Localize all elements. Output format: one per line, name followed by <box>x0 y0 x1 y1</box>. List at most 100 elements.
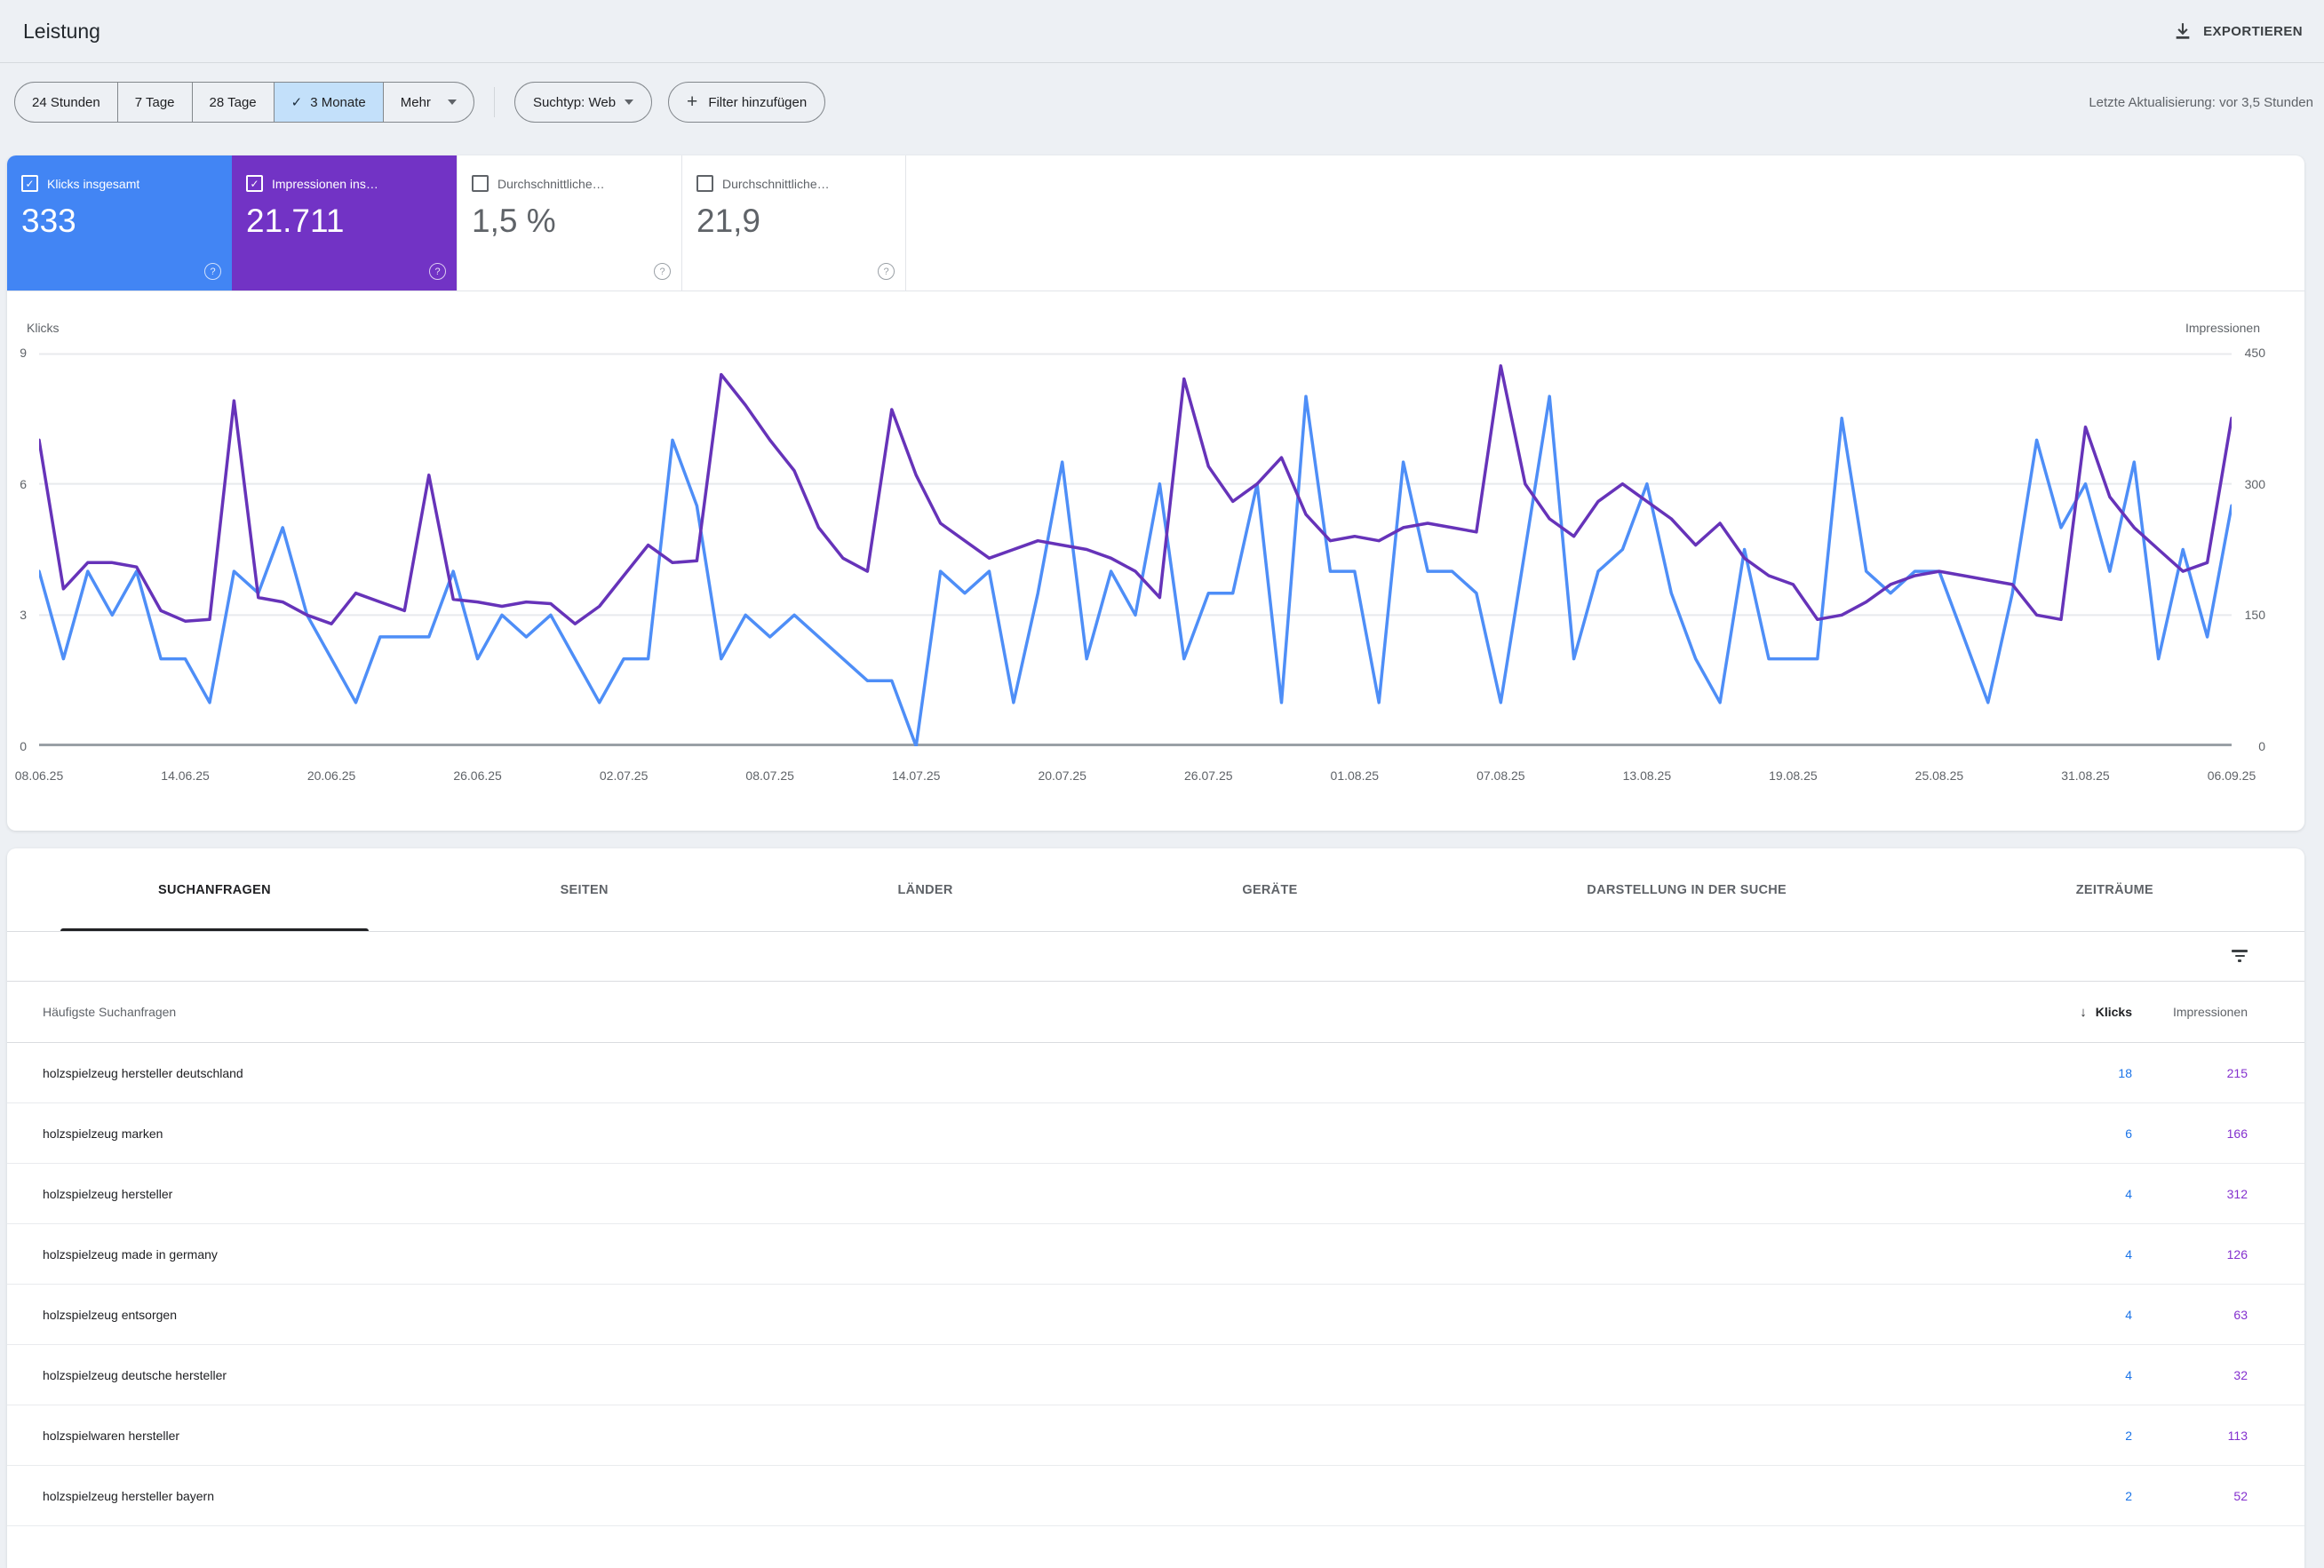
x-tick-label: 26.07.25 <box>1184 768 1233 783</box>
metric-tile-klicks-insgesamt[interactable]: ✓ Klicks insgesamt 333? <box>7 155 232 291</box>
left-axis-ticks: 9 6 3 0 <box>7 346 34 753</box>
checkbox-unchecked-icon[interactable] <box>696 175 713 192</box>
x-tick-label: 31.08.25 <box>2061 768 2110 783</box>
checkbox-checked-icon[interactable]: ✓ <box>21 175 38 192</box>
column-header-queries[interactable]: Häufigste Suchanfragen <box>43 1005 2017 1019</box>
tab-geräte[interactable]: GERÄTE <box>1144 848 1395 931</box>
search-type-chip[interactable]: Suchtyp: Web <box>513 82 653 123</box>
tab-seiten[interactable]: SEITEN <box>463 848 706 931</box>
right-tick-150: 150 <box>2244 608 2265 623</box>
check-icon: ✓ <box>290 95 303 110</box>
metric-tile-label: Durchschnittliche… <box>497 176 605 191</box>
last-update-text: Letzte Aktualisierung: vor 3,5 Stunden <box>2089 94 2313 110</box>
checkbox-checked-icon[interactable]: ✓ <box>246 175 263 192</box>
left-tick-0: 0 <box>20 739 27 753</box>
impressionen-cell: 126 <box>2226 1246 2248 1262</box>
series-line-impressionen <box>39 364 2232 625</box>
metric-tile-impressionen-ins[interactable]: ✓ Impressionen ins… 21.711? <box>232 155 457 291</box>
x-tick-label: 02.07.25 <box>599 768 649 783</box>
klicks-cell: 2 <box>2125 1428 2132 1443</box>
range-chip-7-tage[interactable]: 7 Tage <box>116 83 192 122</box>
metric-tile-value: 21.711 <box>246 203 345 239</box>
export-button[interactable]: EXPORTIEREN <box>2166 0 2310 62</box>
app-header: Leistung EXPORTIEREN <box>0 0 2324 63</box>
table-row[interactable]: holzspielzeug hersteller 4 312 <box>7 1164 2304 1224</box>
table-row[interactable]: holzspielzeug entsorgen 4 63 <box>7 1285 2304 1345</box>
column-header-klicks[interactable]: ↓ Klicks <box>2017 1005 2132 1020</box>
range-chip-28-tage[interactable]: 28 Tage <box>191 83 274 122</box>
search-type-label: Suchtyp: Web <box>532 94 617 110</box>
x-tick-label: 19.08.25 <box>1769 768 1818 783</box>
metric-tile-header: ✓ Impressionen ins… <box>246 175 442 192</box>
search-console-performance-page: { "header": { "title": "Leistung", "expo… <box>0 0 2324 1568</box>
table-row[interactable]: holzspielzeug hersteller deutschland 18 21… <box>7 1043 2304 1103</box>
help-icon[interactable]: ? <box>204 263 221 280</box>
column-header-impressionen[interactable]: Impressionen <box>2132 1005 2248 1019</box>
filter-icon[interactable] <box>2230 946 2249 966</box>
tab-zeiträume[interactable]: ZEITRÄUME <box>1978 848 2251 931</box>
x-tick-label: 14.07.25 <box>891 768 941 783</box>
klicks-cell: 4 <box>2125 1307 2132 1322</box>
help-icon[interactable]: ? <box>429 263 446 280</box>
table-row[interactable]: holzspielzeug marken 6 166 <box>7 1103 2304 1164</box>
tab-suchanfragen[interactable]: SUCHANFRAGEN <box>60 848 369 931</box>
query-cell: holzspielzeug deutsche hersteller <box>43 1367 227 1382</box>
right-tick-0: 0 <box>2258 739 2265 753</box>
tab-darstellung-in-der-suche[interactable]: DARSTELLUNG IN DER SUCHE <box>1489 848 1884 931</box>
query-cell: holzspielzeug hersteller bayern <box>43 1488 214 1503</box>
tab-länder[interactable]: LÄNDER <box>800 848 1050 931</box>
metric-tile-value: 333 <box>21 203 76 239</box>
add-filter-chip[interactable]: + Filter hinzufügen <box>668 82 826 123</box>
tab-label: GERÄTE <box>1242 882 1298 897</box>
metric-tile-label: Durchschnittliche… <box>722 176 830 191</box>
right-axis-ticks: 450 300 150 0 <box>2230 346 2265 753</box>
impressionen-cell: 312 <box>2226 1186 2248 1201</box>
help-icon[interactable]: ? <box>878 263 895 280</box>
table-row[interactable]: holzspielzeug deutsche hersteller 4 32 <box>7 1345 2304 1405</box>
table-row[interactable]: holzspielzeug hersteller bayern 2 52 <box>7 1466 2304 1526</box>
chevron-down-icon <box>447 99 457 105</box>
query-cell: holzspielzeug hersteller <box>43 1186 173 1201</box>
range-chip-label: 24 Stunden <box>32 94 100 110</box>
x-tick-label: 07.08.25 <box>1476 768 1525 783</box>
table-row[interactable]: holzspielzeug made in germany 4 126 <box>7 1224 2304 1285</box>
tab-label: SUCHANFRAGEN <box>158 882 271 897</box>
metric-tile-value: 1,5 % <box>472 203 556 239</box>
metric-tile-header: Durchschnittliche… <box>472 175 667 192</box>
checkbox-unchecked-icon[interactable] <box>472 175 489 192</box>
x-axis-labels: 08.06.25 14.06.25 20.06.25 26.06.25 02.07.25… <box>15 768 2256 786</box>
dimensions-table-card: SUCHANFRAGEN SEITEN LÄNDER GERÄTE DARSTELLUN… <box>7 848 2304 1568</box>
metric-tile-header: Durchschnittliche… <box>696 175 891 192</box>
range-chip-24-stunden[interactable]: 24 Stunden <box>15 83 117 122</box>
right-tick-450: 450 <box>2244 346 2265 360</box>
left-axis-title: Klicks <box>27 321 60 335</box>
filter-toolbar: 24 Stunden 7 Tage 28 Tage ✓ 3 Monate Mehr Suc… <box>0 63 2324 141</box>
klicks-cell: 18 <box>2118 1065 2132 1080</box>
range-chip-3-monate[interactable]: ✓ 3 Monate <box>273 83 383 122</box>
range-chip-label: Mehr <box>400 94 431 110</box>
query-cell: holzspielzeug entsorgen <box>43 1307 177 1322</box>
range-chip-mehr[interactable]: Mehr <box>382 83 474 122</box>
x-tick-label: 20.06.25 <box>306 768 356 783</box>
metric-tile-durchschnittliche[interactable]: Durchschnittliche… 21,9? <box>681 155 906 291</box>
active-tab-indicator <box>60 928 369 931</box>
x-tick-label: 20.07.25 <box>1038 768 1086 783</box>
impressionen-cell: 215 <box>2226 1065 2248 1080</box>
x-tick-label: 26.06.25 <box>453 768 502 783</box>
metric-tile-durchschnittliche[interactable]: Durchschnittliche… 1,5 %? <box>457 155 681 291</box>
metric-tile-value: 21,9 <box>696 203 761 239</box>
help-icon[interactable]: ? <box>654 263 671 280</box>
impressionen-cell: 52 <box>2233 1488 2248 1503</box>
chevron-down-icon <box>625 99 634 105</box>
table-row[interactable]: holzspielwaren hersteller 2 113 <box>7 1405 2304 1466</box>
performance-chart-card: ✓ Klicks insgesamt 333? ✓ Impressionen ins… 2… <box>7 155 2304 831</box>
dimension-tabs: SUCHANFRAGEN SEITEN LÄNDER GERÄTE DARSTELLUN… <box>7 848 2304 932</box>
left-tick-3: 3 <box>20 608 27 623</box>
klicks-cell: 2 <box>2125 1488 2132 1503</box>
left-tick-9: 9 <box>20 346 27 360</box>
impressionen-cell: 166 <box>2226 1126 2248 1141</box>
table-body: holzspielzeug hersteller deutschland 18 21… <box>7 1043 2304 1526</box>
range-chip-label: 28 Tage <box>209 94 257 110</box>
klicks-cell: 6 <box>2125 1126 2132 1141</box>
right-axis-title: Impressionen <box>2185 321 2260 335</box>
